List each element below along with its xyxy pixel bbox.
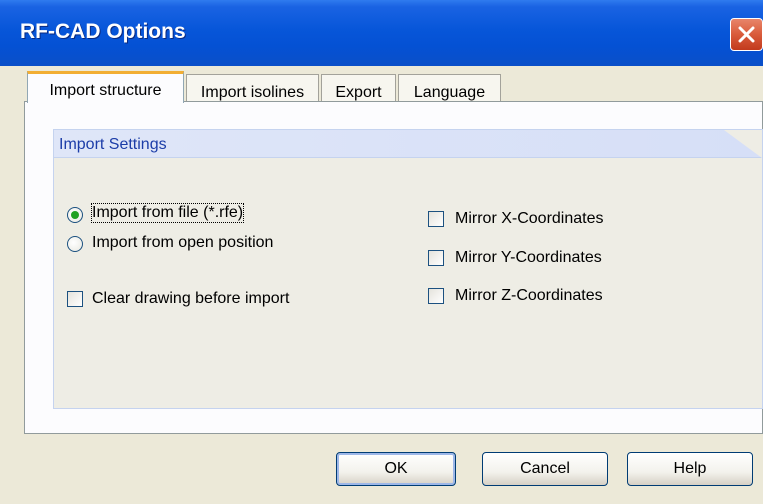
title-bar[interactable]: RF-CAD Options	[0, 0, 763, 66]
tab-export[interactable]: Export	[321, 74, 396, 103]
help-button[interactable]: Help	[627, 452, 753, 486]
import-from-file-label[interactable]: Import from file (*.rfe)	[90, 203, 245, 223]
tab-import-structure[interactable]: Import structure	[27, 71, 184, 103]
close-button[interactable]	[730, 18, 763, 51]
import-from-file-radio[interactable]	[67, 207, 83, 223]
tab-import-isolines[interactable]: Import isolines	[186, 74, 319, 103]
mirror-x-label[interactable]: Mirror X-Coordinates	[455, 210, 603, 228]
import-from-open-position-radio[interactable]	[67, 236, 83, 252]
group-title: Import Settings	[59, 136, 167, 153]
close-icon	[738, 26, 755, 43]
tab-language[interactable]: Language	[398, 74, 501, 103]
clear-drawing-checkbox[interactable]	[67, 291, 83, 307]
mirror-y-label[interactable]: Mirror Y-Coordinates	[455, 249, 602, 267]
radio-selected-dot	[71, 211, 79, 219]
import-settings-group: Import Settings Import from file (*.rfe)…	[53, 129, 763, 409]
tab-label: Import isolines	[200, 84, 305, 101]
tab-label: Import structure	[49, 82, 162, 99]
clear-drawing-label[interactable]: Clear drawing before import	[92, 290, 289, 308]
mirror-z-label[interactable]: Mirror Z-Coordinates	[455, 287, 603, 305]
mirror-x-checkbox[interactable]	[428, 211, 444, 227]
cancel-button[interactable]: Cancel	[482, 452, 608, 486]
import-from-open-position-label[interactable]: Import from open position	[92, 234, 273, 252]
mirror-y-checkbox[interactable]	[428, 250, 444, 266]
tab-label: Language	[413, 84, 486, 101]
mirror-z-checkbox[interactable]	[428, 288, 444, 304]
ok-button[interactable]: OK	[336, 452, 456, 486]
window-title: RF-CAD Options	[20, 20, 186, 43]
tab-label: Export	[335, 84, 382, 101]
